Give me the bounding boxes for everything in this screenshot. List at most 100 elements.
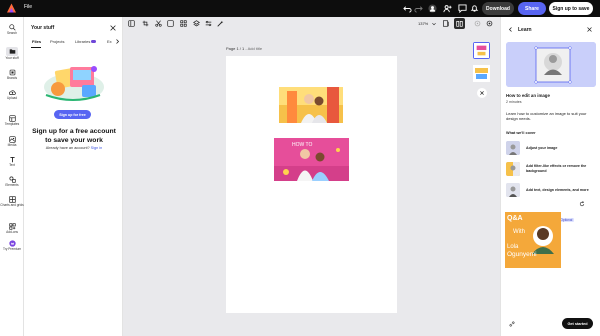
sign-in-link[interactable]: Sign in [91,146,103,150]
undo-icon[interactable] [403,4,412,13]
tab-extra[interactable]: Ex [107,39,112,44]
sign-up-free-button[interactable]: Sign up for free [54,110,91,119]
rail-item-media[interactable]: Media [0,136,24,148]
rail-item-templates[interactable]: Templates [0,115,24,127]
add-title-link[interactable]: - Add title [245,46,262,51]
rail-item-elements[interactable]: Elements [0,176,24,188]
layers-icon[interactable] [193,20,200,27]
chevron-right-icon[interactable] [115,39,120,44]
text-icon [9,156,15,163]
cover-thumbnail [506,141,520,155]
sign-up-to-save-button[interactable]: Sign up to save [549,2,593,15]
rail-item-add-ons[interactable]: Add-ons [0,223,24,235]
cover-thumbnail-image [506,162,520,176]
lesson-description: Learn how to customize an image to suit … [506,111,587,122]
rail-item-upload[interactable]: Upload [0,89,24,101]
rail-label: Upload [6,96,18,100]
chevron-down-icon[interactable] [432,22,436,26]
get-started-button[interactable]: Get started [562,318,593,329]
learn-icon [456,21,463,27]
lesson-hero-illustration [506,42,596,87]
cover-item[interactable]: Add filter-like effects or remove the ba… [506,162,598,176]
grid-icon[interactable] [180,20,187,27]
page-number: Page 1 / 1 [226,46,245,51]
premium-icon [8,240,16,247]
rail-item-premium[interactable]: Try Premium [0,240,24,252]
cover-thumbnail-image [506,141,520,155]
template-text-qa: Q&A [507,215,523,222]
active-indicator [6,47,18,56]
adjust-icon[interactable] [205,20,212,27]
cover-item[interactable]: Add text, design elements, and more [506,183,598,197]
rail-item-your-stuff[interactable]: Your stuff [0,47,24,61]
lesson-hero-image [506,42,596,87]
link-icon[interactable] [509,321,515,327]
rail-label: Text [9,163,15,167]
cover-thumbnail-image [506,183,520,197]
page-label: Page 1 / 1 - Add title [226,46,262,51]
chevron-left-icon[interactable] [508,27,513,32]
scissors-icon[interactable] [155,20,162,27]
page-thumbnail-1[interactable] [473,42,490,59]
magic-icon[interactable] [217,20,224,27]
close-icon[interactable] [110,25,116,31]
add-ons-icon [8,223,16,230]
how-to-photo[interactable]: HOW TO [274,138,349,181]
sign-up-illustration [44,66,104,101]
page-view-icon[interactable] [442,20,449,27]
crop-icon[interactable] [142,20,149,27]
redo-icon[interactable] [414,4,423,13]
sidebar-toggle-icon[interactable] [128,20,135,27]
refresh-icon[interactable] [579,201,585,207]
page-thumbnail-2[interactable] [473,65,490,82]
search-icon [8,24,16,31]
rail-item-search[interactable]: Search [0,24,24,36]
cover-item[interactable]: Adjust your image [506,141,598,155]
svg-text:HOW TO: HOW TO [292,142,312,148]
top-bar: File Download Share Sign up to save [0,0,600,17]
already-account-text: Already have an account? [45,146,90,150]
starter-template-card[interactable]: Q&A With Lola Ogunyemi [505,212,561,268]
left-rail: Search Your stuff Brands Upload Template… [0,17,24,336]
folder-icon [9,49,15,54]
rail-label: Media [7,143,17,147]
premium-badge [91,40,97,44]
add-user-icon[interactable] [443,4,452,13]
share-button[interactable]: Share [518,2,546,15]
tab-files[interactable]: Files [32,39,41,44]
app-logo-icon[interactable] [7,3,16,13]
shapes-icon [8,176,16,183]
zoom-level[interactable]: 137% [418,21,428,26]
rail-item-brands[interactable]: Brands [0,69,24,81]
lesson-title: How to edit an image [506,93,550,98]
thumbnail-preview [473,65,490,82]
learn-toggle-button[interactable] [454,18,465,29]
settings-icon[interactable] [486,20,493,27]
tab-projects[interactable]: Projects [50,39,64,44]
file-menu[interactable]: File [24,4,32,10]
comment-icon[interactable] [458,4,467,13]
brand-icon [9,69,15,76]
close-icon[interactable] [587,27,592,32]
thumbnail-preview [474,43,489,58]
panel-title: Your stuff [31,25,55,31]
couple-photo[interactable] [279,87,343,123]
stuff-tabs: Files Projects Libraries Ex [31,39,119,47]
media-icon [8,136,16,143]
rail-label: Search [6,31,18,35]
ai-assistant-icon[interactable] [474,20,481,27]
download-button[interactable]: Download [482,2,514,15]
rail-item-charts[interactable]: Charts and grids [0,196,24,208]
rail-label: Add-ons [6,230,18,234]
frame-icon[interactable] [167,20,174,27]
active-tab-underline [31,47,41,48]
tab-libraries[interactable]: Libraries [75,39,97,44]
lesson-duration: 2 minutes [506,100,522,104]
close-icon [480,91,484,95]
rail-item-text[interactable]: Text [0,156,24,168]
user-avatar-icon[interactable] [428,4,437,13]
notifications-icon[interactable] [470,4,479,13]
close-thumbnails-button[interactable] [477,88,487,98]
rail-label: Your stuff [5,56,19,60]
signup-subtext: Already have an account? Sign in [28,146,120,150]
